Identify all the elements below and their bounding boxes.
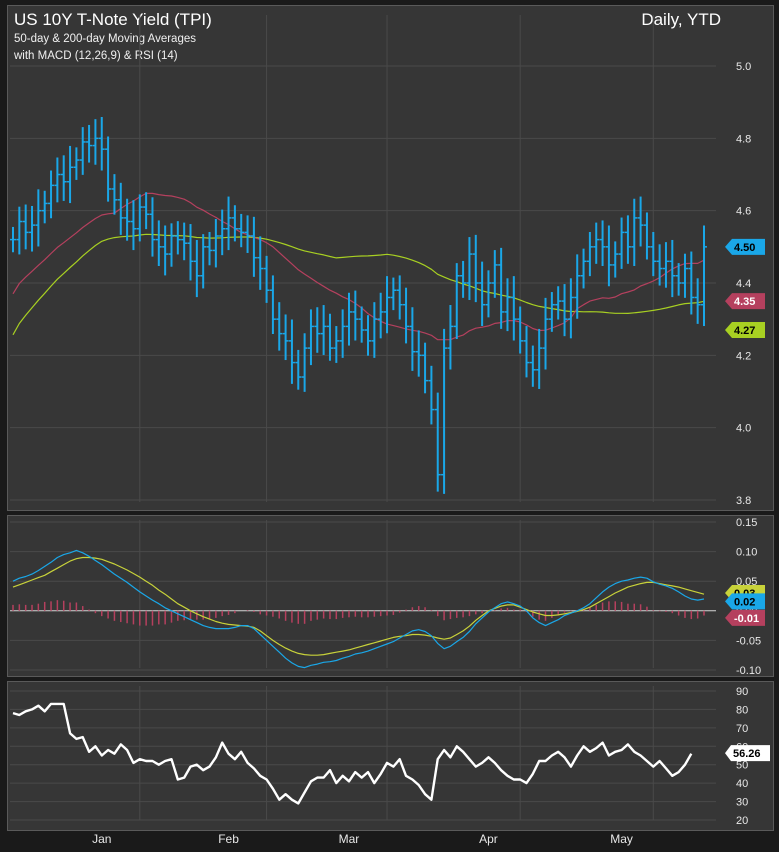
price-tick-6: 3.8	[736, 495, 751, 507]
ma50-last-label: 4.35	[734, 296, 755, 308]
x-axis-label-apr: Apr	[479, 832, 498, 846]
rsi-tick-5: 40	[736, 778, 748, 790]
rsi-last-label: 56.26	[733, 748, 761, 760]
ma200-line	[12, 233, 705, 336]
rsi-tick-6: 30	[736, 797, 748, 809]
price-tick-2: 4.6	[736, 206, 751, 218]
macd-hist-last-label: -0.01	[734, 613, 759, 625]
chart-svg: 5.0 4.8 4.6 4.4 4.2 4.0 3.8 4.50 4.35 4.27 0.15 0.1…	[10, 15, 770, 846]
rsi-tick-2: 70	[736, 723, 748, 735]
ma50-line	[12, 192, 705, 341]
x-axis-label-may: May	[610, 832, 633, 846]
price-tick-5: 4.0	[736, 423, 751, 435]
price-tick-3: 4.4	[736, 278, 751, 290]
rsi-tick-7: 20	[736, 815, 748, 827]
macd-tick-4: -0.05	[736, 635, 761, 647]
rsi-tick-4: 50	[736, 760, 748, 772]
ma200-last-label: 4.27	[734, 325, 755, 337]
macd-line	[12, 549, 705, 669]
macd-tick-0: 0.15	[736, 517, 757, 529]
x-axis-label-mar: Mar	[339, 832, 360, 846]
macd-tick-1: 0.10	[736, 547, 757, 559]
rsi-line	[12, 702, 693, 805]
macd-tick-5: -0.10	[736, 665, 761, 677]
price-last-label: 4.50	[734, 242, 755, 254]
price-tick-1: 4.8	[736, 133, 751, 145]
rsi-tick-0: 90	[736, 686, 748, 698]
x-axis-label-jan: Jan	[92, 832, 111, 846]
price-tick-4: 4.2	[736, 350, 751, 362]
rsi-tick-1: 80	[736, 704, 748, 716]
x-axis-label-feb: Feb	[218, 832, 239, 846]
macd-last-label: 0.02	[734, 596, 755, 608]
price-tick-0: 5.0	[736, 61, 751, 73]
